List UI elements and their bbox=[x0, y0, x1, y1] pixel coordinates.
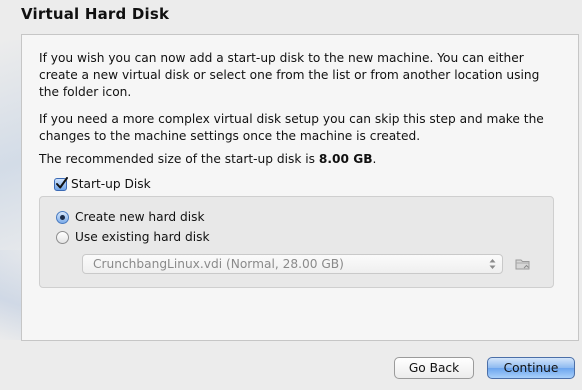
recommended-size-text: The recommended size of the start-up dis… bbox=[39, 151, 559, 168]
startup-disk-label: Start-up Disk bbox=[71, 177, 151, 191]
use-existing-disk-label: Use existing hard disk bbox=[75, 230, 210, 244]
use-existing-disk-radio[interactable] bbox=[56, 230, 69, 244]
choose-disk-folder-button[interactable] bbox=[512, 253, 534, 275]
intro-paragraph: If you wish you can now add a start-up d… bbox=[39, 51, 540, 99]
go-back-button[interactable]: Go Back bbox=[394, 357, 474, 379]
content-panel: If you wish you can now add a start-up d… bbox=[21, 34, 579, 341]
create-new-disk-radio[interactable] bbox=[56, 210, 69, 224]
continue-button[interactable]: Continue bbox=[487, 357, 575, 379]
recommended-size-suffix: . bbox=[372, 152, 377, 166]
startup-disk-checkbox-row[interactable]: Start-up Disk bbox=[54, 175, 151, 193]
existing-disk-select-value: CrunchbangLinux.vdi (Normal, 28.00 GB) bbox=[93, 257, 344, 271]
create-new-disk-option[interactable]: Create new hard disk bbox=[56, 209, 205, 225]
checkmark-icon bbox=[56, 176, 68, 188]
recommended-size-value: 8.00 GB bbox=[318, 152, 373, 166]
advanced-setup-paragraph: If you need a more complex virtual disk … bbox=[39, 112, 544, 143]
folder-icon bbox=[515, 259, 530, 270]
updown-arrows-icon bbox=[489, 259, 496, 269]
startup-disk-checkbox[interactable] bbox=[54, 176, 68, 191]
existing-disk-select[interactable]: CrunchbangLinux.vdi (Normal, 28.00 GB) bbox=[82, 254, 503, 274]
recommended-size-prefix: The recommended size of the start-up dis… bbox=[39, 152, 319, 166]
disk-options-group: Create new hard disk Use existing hard d… bbox=[39, 196, 554, 288]
create-new-disk-label: Create new hard disk bbox=[75, 210, 205, 224]
use-existing-disk-option[interactable]: Use existing hard disk bbox=[56, 229, 210, 245]
page-title: Virtual Hard Disk bbox=[21, 5, 170, 23]
